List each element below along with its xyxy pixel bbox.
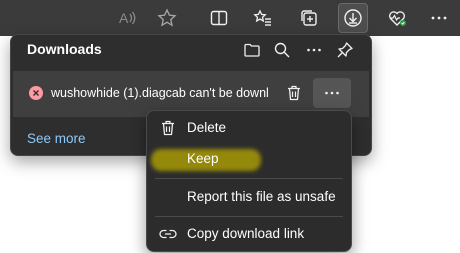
pin-downloads-button[interactable] [332,37,358,63]
open-downloads-folder-button[interactable] [239,37,265,63]
downloads-title: Downloads [27,41,102,57]
see-more-link[interactable]: See more [27,131,86,146]
link-icon [159,229,177,239]
trash-icon [162,120,174,136]
split-screen-button[interactable] [204,3,234,33]
more-icon [307,48,321,52]
trash-icon [288,85,300,101]
menu-item-report-label: Report this file as unsafe [187,189,336,204]
svg-text:A: A [119,10,129,26]
collections-button[interactable] [294,3,324,33]
favorites-list-button[interactable] [248,3,278,33]
download-icon [344,9,362,27]
download-context-menu: Delete Keep Report this file as unsafe C… [146,110,352,252]
downloads-more-options-button[interactable] [301,37,327,63]
heart-pulse-icon [388,11,406,26]
search-downloads-button[interactable] [269,37,295,63]
delete-download-button[interactable] [281,80,307,106]
read-aloud-button[interactable]: A [112,3,142,33]
pin-icon [337,42,353,58]
download-item-status-text: wushowhide (1).diagcab can't be downl [51,86,269,100]
menu-item-delete-label: Delete [187,120,227,135]
more-icon [325,91,339,95]
more-icon [431,16,447,20]
menu-item-keep[interactable]: Keep [147,144,351,174]
star-icon [157,8,177,27]
error-icon [29,86,43,100]
menu-item-keep-label: Keep [187,151,219,166]
browser-essentials-button[interactable] [382,3,412,33]
split-screen-icon [210,10,228,26]
search-icon [274,42,290,58]
read-aloud-icon: A [119,10,136,26]
menu-item-report-unsafe[interactable]: Report this file as unsafe [147,182,351,212]
favorite-button[interactable] [152,3,182,33]
menu-item-delete[interactable]: Delete [147,113,351,143]
folder-icon [244,43,260,57]
menu-item-copy-download-link[interactable]: Copy download link [147,219,351,249]
browser-toolbar: A [0,0,460,36]
favorites-list-icon [253,9,271,26]
collections-icon [301,10,317,26]
downloads-button[interactable] [338,3,368,33]
menu-separator [155,216,343,217]
download-item-more-actions-button[interactable] [313,78,351,108]
settings-and-more-button[interactable] [424,3,454,33]
menu-separator [155,178,343,179]
menu-item-copy-link-label: Copy download link [187,226,305,241]
